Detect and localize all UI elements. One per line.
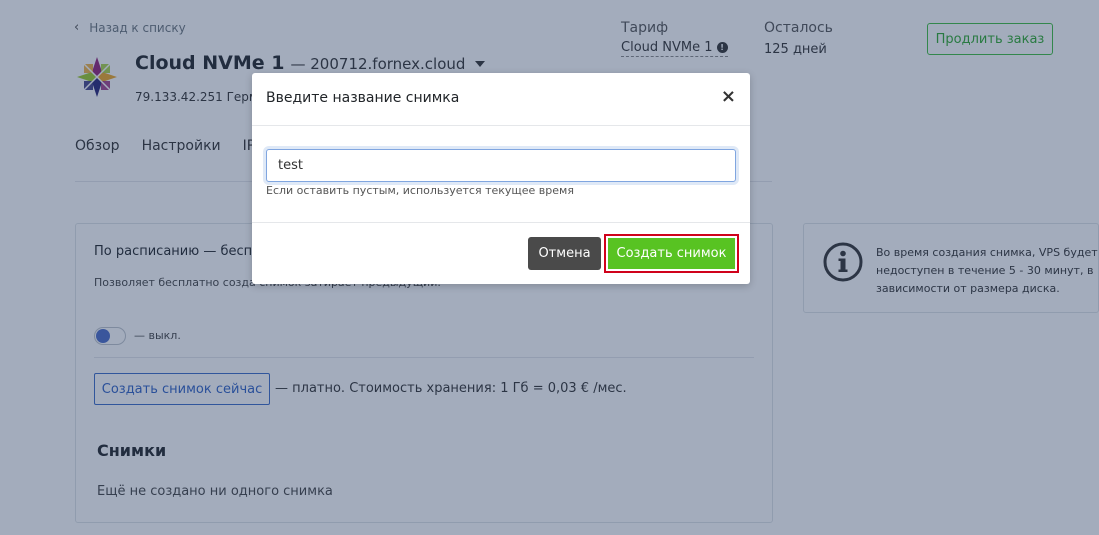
dialog-title: Введите название снимка [266, 90, 460, 106]
dialog-header: Введите название снимка × [252, 73, 750, 126]
dialog-footer-divider [252, 222, 750, 223]
snapshot-name-help: Если оставить пустым, используется текущ… [266, 184, 574, 197]
close-icon[interactable]: × [721, 87, 736, 107]
snapshot-name-input[interactable] [266, 149, 736, 182]
create-snapshot-highlight: Создать снимок [604, 234, 739, 273]
snapshot-name-dialog: Введите название снимка × Если оставить … [252, 73, 750, 284]
cancel-button[interactable]: Отмена [528, 237, 601, 270]
create-snapshot-button[interactable]: Создать снимок [608, 238, 735, 269]
